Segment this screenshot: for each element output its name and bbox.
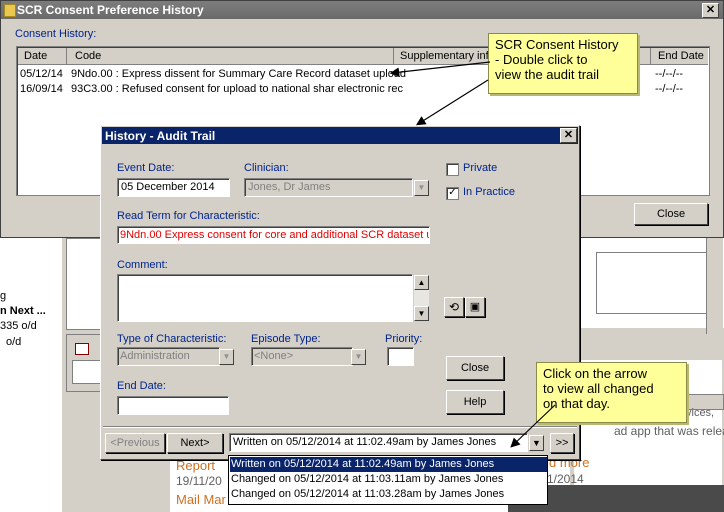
arrow-to-dropdown <box>510 404 556 448</box>
arrow-to-row <box>389 61 491 77</box>
arrow-to-dialog <box>415 79 489 126</box>
callout-arrows <box>389 61 556 448</box>
